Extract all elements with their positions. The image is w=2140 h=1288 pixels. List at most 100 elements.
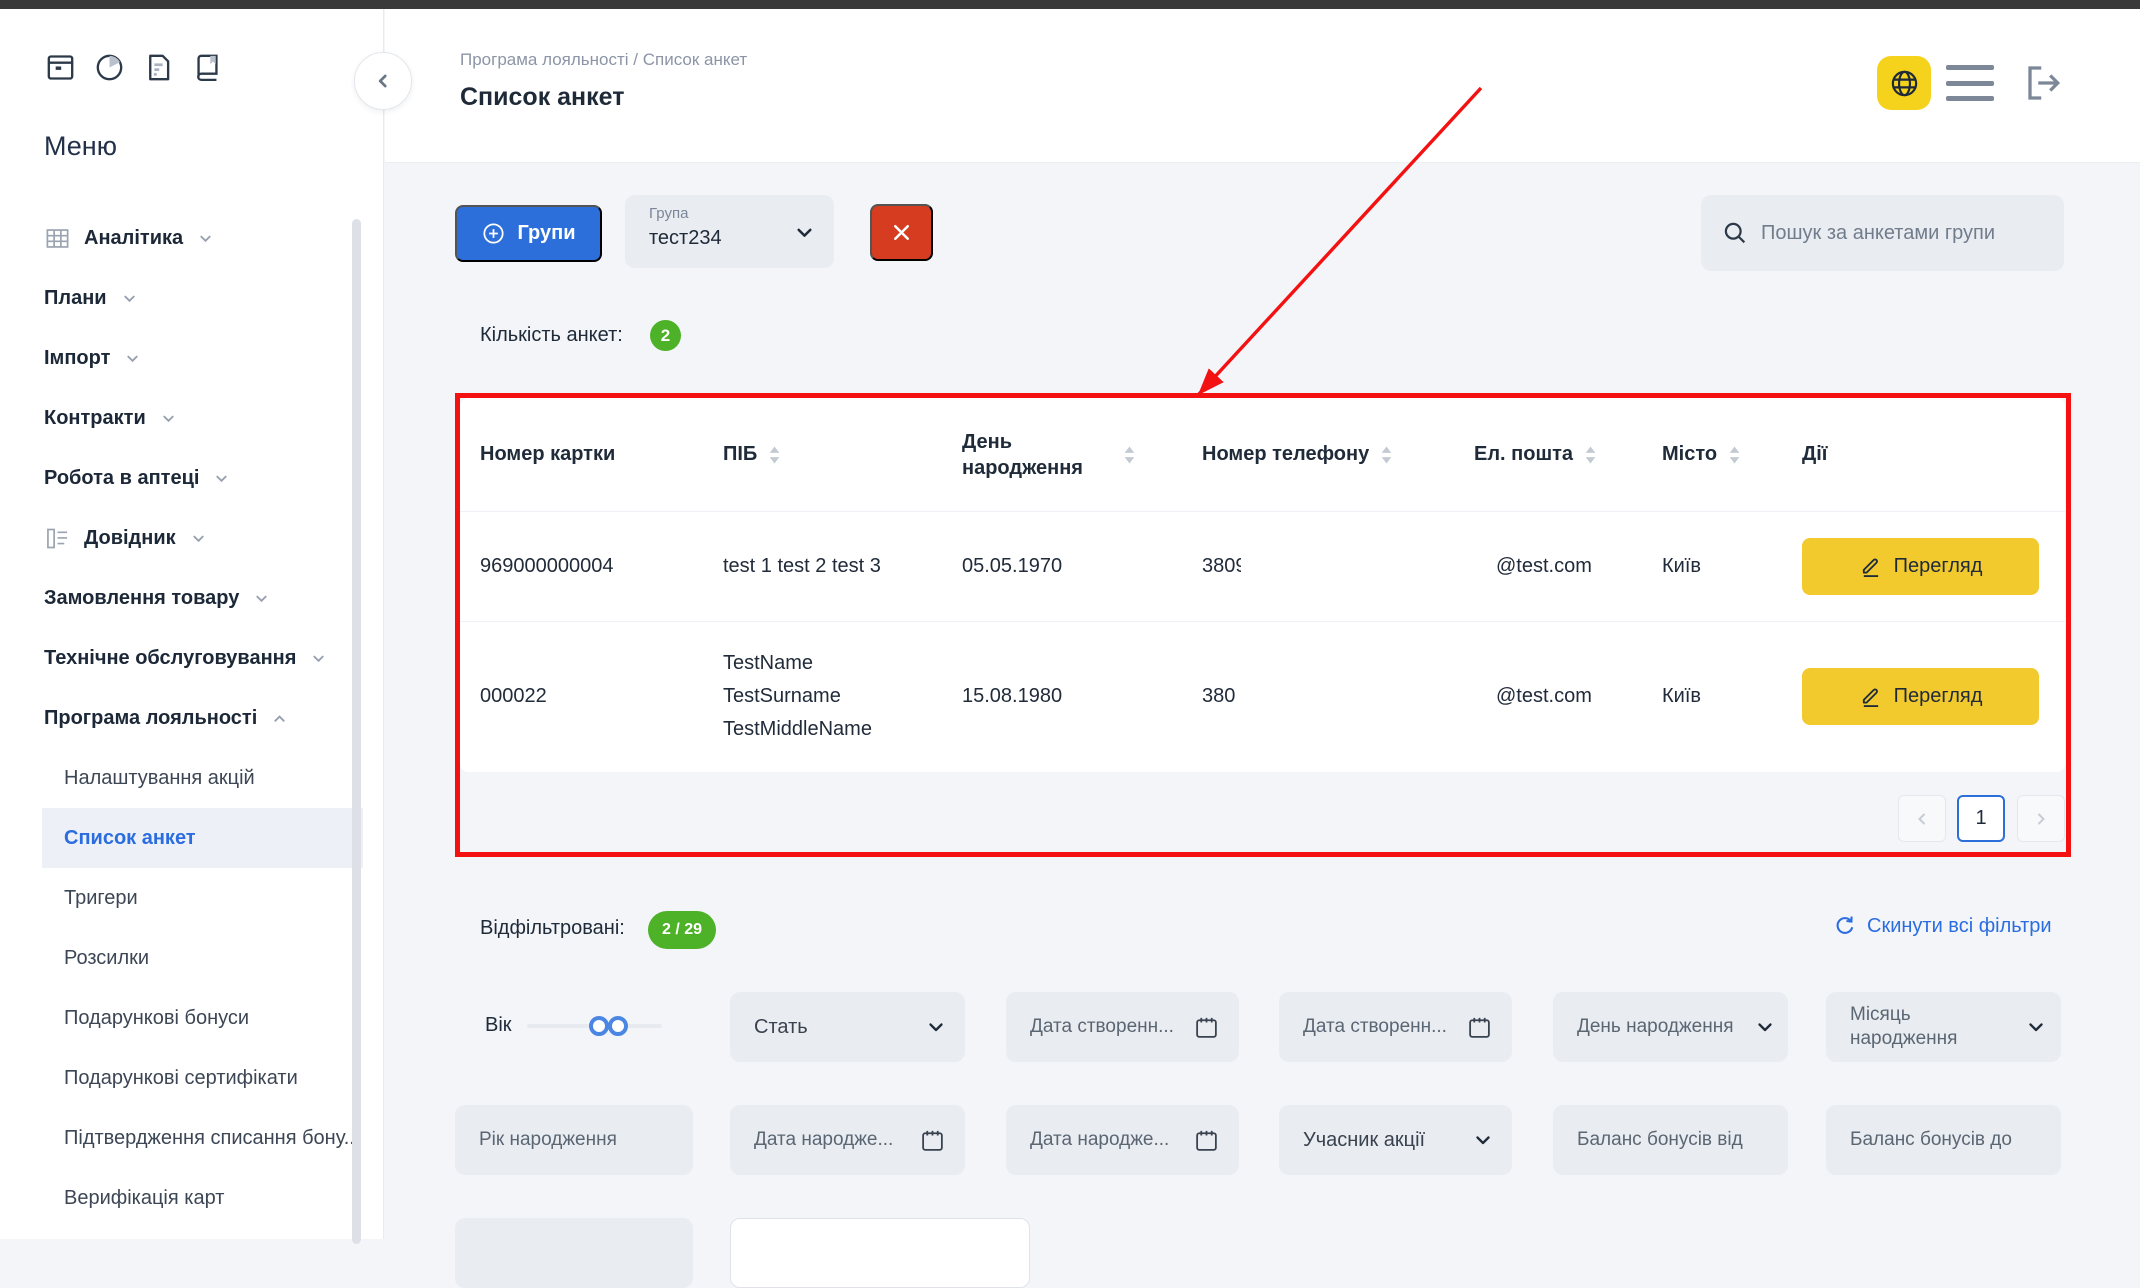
pagination-page-1[interactable]: 1 xyxy=(1957,795,2005,842)
sidebar-collapse-button[interactable] xyxy=(354,52,412,110)
column-header-name[interactable]: ПІБ xyxy=(723,443,962,466)
sort-icon[interactable] xyxy=(1729,446,1740,464)
sidebar-item-label: Контракти xyxy=(44,407,146,430)
birthday-filter-label: День народження xyxy=(1577,1016,1734,1038)
search-input[interactable] xyxy=(1761,222,2044,245)
sidebar-item-pharmacy-work[interactable]: Робота в аптеці xyxy=(44,448,344,508)
sidebar-item-maintenance[interactable]: Технічне обслуговування xyxy=(44,628,344,688)
promo-participant-filter-select[interactable]: Учасник акції xyxy=(1279,1105,1512,1175)
group-select[interactable]: Група тест234 xyxy=(625,195,834,268)
menu-burger-button[interactable] xyxy=(1946,63,1998,103)
birth-date-from-filter[interactable]: Дата народже... xyxy=(730,1105,965,1175)
chevron-up-icon xyxy=(272,711,287,726)
sidebar-subitem-promo-settings[interactable]: Налаштування акцій xyxy=(0,748,363,808)
chevron-down-icon xyxy=(254,591,269,606)
sidebar-item-product-orders[interactable]: Замовлення товару xyxy=(44,568,344,628)
cell-city: Київ xyxy=(1662,555,1802,578)
birth-month-filter-select[interactable]: Місяць народження xyxy=(1826,992,2061,1062)
bonus-balance-to-filter[interactable]: Баланс бонусів до xyxy=(1826,1105,2061,1175)
edit-pencil-icon xyxy=(1859,555,1882,578)
sidebar-subitem-mailings[interactable]: Розсилки xyxy=(0,928,363,988)
cell-card-number: 969000000004 xyxy=(480,555,723,578)
pie-chart-icon[interactable] xyxy=(93,51,126,84)
column-header-email[interactable]: Ел. пошта xyxy=(1474,443,1662,466)
table-row[interactable]: 969000000004 test 1 test 2 test 3 05.05.… xyxy=(460,512,2065,622)
reset-all-filters-link[interactable]: Скинути всі фільтри xyxy=(1833,914,2052,938)
birth-date-to-filter[interactable]: Дата народже... xyxy=(1006,1105,1239,1175)
created-date-from-filter[interactable]: Дата створенн... xyxy=(1006,992,1239,1062)
top-dark-strip xyxy=(0,0,2140,9)
sort-icon[interactable] xyxy=(1585,446,1596,464)
chevron-down-icon xyxy=(1474,1131,1492,1149)
column-header-birthday[interactable]: День народження xyxy=(962,429,1202,481)
bonus-balance-to-label: Баланс бонусів до xyxy=(1850,1129,2012,1151)
sidebar-item-plans[interactable]: Плани xyxy=(44,268,344,328)
sidebar-subitem-gift-bonuses[interactable]: Подарункові бонуси xyxy=(0,988,363,1048)
document-icon[interactable] xyxy=(142,51,175,84)
sidebar-subitem-triggers[interactable]: Тригери xyxy=(0,868,363,928)
chevron-down-icon xyxy=(125,351,140,366)
filter-partial-right[interactable] xyxy=(730,1218,1030,1288)
cell-birthday: 15.08.1980 xyxy=(962,685,1202,708)
created-date-to-filter[interactable]: Дата створенн... xyxy=(1279,992,1512,1062)
sidebar-item-import[interactable]: Імпорт xyxy=(44,328,344,388)
chevron-down-icon xyxy=(161,411,176,426)
calendar-icon xyxy=(1194,1015,1219,1040)
column-header-card-number: Номер картки xyxy=(480,443,723,466)
cell-card-number: 000022 xyxy=(480,685,723,708)
sidebar-item-label: Програма лояльності xyxy=(44,707,257,730)
clear-group-filter-button[interactable] xyxy=(870,204,933,261)
chevron-down-icon xyxy=(311,651,326,666)
pagination-prev-button[interactable] xyxy=(1898,795,1946,842)
chevron-left-icon xyxy=(374,72,392,90)
phone-value: 3809 xyxy=(1202,555,1241,578)
loyalty-submenu: Налаштування акцій Список анкет Тригери … xyxy=(0,748,363,1228)
groups-button[interactable]: Групи xyxy=(455,205,602,262)
sort-icon[interactable] xyxy=(1381,446,1392,464)
questionnaire-table: Номер картки ПІБ День народження Номер т… xyxy=(460,398,2065,772)
reset-all-filters-label: Скинути всі фільтри xyxy=(1867,915,2052,938)
birthday-filter-select[interactable]: День народження xyxy=(1553,992,1788,1062)
birth-year-filter[interactable]: Рік народження xyxy=(455,1105,693,1175)
sidebar-item-loyalty-program[interactable]: Програма лояльності xyxy=(44,688,344,748)
column-header-phone[interactable]: Номер телефону xyxy=(1202,443,1474,466)
archive-box-icon[interactable] xyxy=(44,51,77,84)
chevron-down-icon xyxy=(198,231,213,246)
chevron-down-icon xyxy=(214,471,229,486)
sidebar-subitem-card-verification[interactable]: Верифікація карт xyxy=(0,1168,363,1228)
sidebar-item-analytics[interactable]: Аналітика xyxy=(44,208,344,268)
gender-filter-select[interactable]: Стать xyxy=(730,992,965,1062)
pagination-next-button[interactable] xyxy=(2017,795,2065,842)
column-label: День народження xyxy=(962,429,1112,481)
sidebar-subitem-gift-certificates[interactable]: Подарункові сертифікати xyxy=(0,1048,363,1108)
book-icon[interactable] xyxy=(191,51,224,84)
calendar-icon xyxy=(1467,1015,1492,1040)
bonus-balance-from-filter[interactable]: Баланс бонусів від xyxy=(1553,1105,1788,1175)
filter-partial-left[interactable] xyxy=(455,1218,693,1288)
column-label: Номер картки xyxy=(480,443,615,466)
sidebar-item-label: Робота в аптеці xyxy=(44,467,199,490)
view-button[interactable]: Перегляд xyxy=(1802,668,2039,725)
sidebar-subitem-bonus-writeoff-confirm[interactable]: Підтвердження списання бону... xyxy=(0,1108,363,1168)
age-filter-label: Вік xyxy=(485,1014,512,1037)
sidebar-item-directory[interactable]: Довідник xyxy=(44,508,344,568)
subitem-label: Подарункові сертифікати xyxy=(64,1067,298,1090)
sort-icon[interactable] xyxy=(1124,446,1135,464)
sort-icon[interactable] xyxy=(769,446,780,464)
view-button[interactable]: Перегляд xyxy=(1802,538,2039,595)
sidebar-item-contracts[interactable]: Контракти xyxy=(44,388,344,448)
chevron-down-icon xyxy=(2027,1018,2045,1036)
age-slider-handle-min[interactable] xyxy=(589,1016,609,1036)
age-slider-handle-max[interactable] xyxy=(608,1016,628,1036)
sidebar-item-label: Імпорт xyxy=(44,347,110,370)
subitem-label: Тригери xyxy=(64,887,138,910)
column-label: ПІБ xyxy=(723,443,757,466)
table-row[interactable]: 000022 TestName TestSurname TestMiddleNa… xyxy=(460,622,2065,771)
logout-button[interactable] xyxy=(2016,57,2068,109)
column-header-city[interactable]: Місто xyxy=(1662,443,1802,466)
birth-date-to-label: Дата народже... xyxy=(1030,1129,1169,1151)
sidebar-subitem-questionnaire-list[interactable]: Список анкет xyxy=(42,808,363,868)
language-globe-button[interactable] xyxy=(1877,56,1931,110)
sidebar-scrollbar[interactable] xyxy=(352,219,361,1244)
questionnaire-count-label: Кількість анкет: xyxy=(480,324,623,347)
